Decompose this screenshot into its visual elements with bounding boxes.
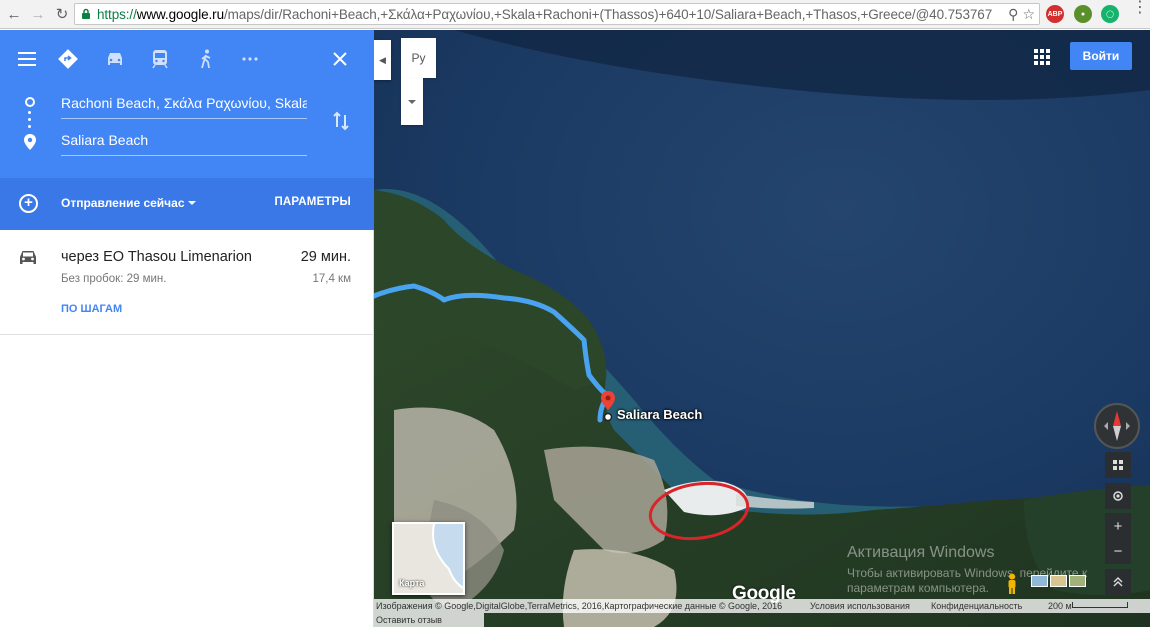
travel-mode-row [0,44,374,74]
imagery-thumbnail[interactable] [1031,575,1048,587]
destination-pin-icon [24,134,36,150]
route-distance: 17,4 км [312,273,351,285]
adblock-icon[interactable]: ABP [1046,5,1064,23]
step-by-step-link[interactable]: ПО ШАГАМ [61,303,122,315]
url-text: https://www.google.ru/maps/dir/Rachoni+B… [97,6,993,22]
map-type-label: Карта [399,578,425,588]
attribution-text: Изображения © Google,DigitalGlobe,TerraM… [376,601,783,611]
route-option[interactable]: через EO Thasou Limenarion 29 мин. Без п… [0,230,374,335]
scale-bar [1072,602,1128,608]
reload-icon[interactable]: ↻ [52,4,72,24]
language-button[interactable]: Ру [401,38,436,78]
map-footer: Изображения © Google,DigitalGlobe,TerraM… [374,599,1150,613]
compass-control[interactable] [1094,403,1140,449]
directions-panel: Rachoni Beach, Σκάλα Ραχωνίου, Skala Rac… [0,30,374,627]
add-destination-icon[interactable]: + [19,194,38,213]
transit-icon[interactable] [147,46,173,72]
menu-icon[interactable] [14,46,40,72]
departure-bar: + Отправление сейчас ПАРАМЕТРЫ [0,178,374,230]
origin-field[interactable]: Rachoni Beach, Σκάλα Ραχωνίου, Skala Rac… [61,91,307,119]
apps-grid-icon[interactable] [1034,49,1050,65]
car-icon [20,251,36,264]
back-icon[interactable]: ← [4,4,24,24]
terms-link[interactable]: Условия использования [810,601,910,611]
route-dots-icon [28,111,32,132]
zoom-in-button[interactable]: + [1105,513,1131,539]
walk-icon[interactable] [193,46,219,72]
language-dropdown[interactable] [401,78,423,125]
browser-toolbar: ← → ↻ https://www.google.ru/maps/dir/Rac… [0,0,1150,29]
destination-field[interactable]: Saliara Beach [61,128,307,156]
forward-icon[interactable]: → [28,4,48,24]
map-type-toggle[interactable]: Карта [392,522,465,595]
options-button[interactable]: ПАРАМЕТРЫ [274,196,351,208]
windows-watermark-title: Активация Windows [847,544,995,561]
origin-marker-icon [25,97,35,107]
extension-icon[interactable]: ● [1074,5,1092,23]
address-bar[interactable]: https://www.google.ru/maps/dir/Rachoni+B… [74,3,1040,25]
more-icon[interactable] [237,46,263,72]
map-canvas[interactable]: ◀ Ру Войти Saliara Beach + − Карта Googl… [374,30,1150,627]
tilt-icon[interactable] [1105,452,1131,478]
extension-icon-2[interactable]: ◯ [1101,5,1119,23]
star-icon[interactable]: ☆ [1022,6,1035,22]
menu-icon[interactable]: ⋮ [1132,0,1148,16]
zoom-out-button[interactable]: − [1105,538,1131,564]
expand-icon[interactable] [1105,569,1131,595]
place-label[interactable]: Saliara Beach [617,407,702,422]
swap-icon[interactable] [331,110,351,132]
route-via: через EO Thasou Limenarion [61,249,252,265]
imagery-thumbnails[interactable] [1031,575,1086,587]
route-traffic-info: Без пробок: 29 мин. [61,273,167,285]
directions-icon[interactable] [55,46,81,72]
signin-button[interactable]: Войти [1070,42,1132,70]
collapse-panel-button[interactable]: ◀ [374,40,391,80]
caret-down-icon[interactable] [188,201,196,205]
departure-dropdown[interactable]: Отправление сейчас [61,196,185,210]
map-pin-icon[interactable] [600,391,616,421]
feedback-link[interactable]: Оставить отзыв [374,613,484,627]
my-location-icon[interactable] [1105,483,1131,509]
satellite-imagery [374,30,1150,627]
imagery-thumbnail[interactable] [1050,575,1067,587]
close-icon[interactable] [327,46,353,72]
car-icon[interactable] [102,46,128,72]
imagery-thumbnail[interactable] [1069,575,1086,587]
caret-down-icon [408,100,416,104]
zoom-icon[interactable]: ⚲ [1008,6,1018,22]
privacy-link[interactable]: Конфиденциальность [931,601,1022,611]
directions-header: Rachoni Beach, Σκάλα Ραχωνίου, Skala Rac… [0,30,374,178]
lock-icon [82,8,90,19]
route-duration: 29 мин. [300,249,351,265]
pegman-icon[interactable] [1006,573,1018,595]
scale-label[interactable]: 200 м [1048,601,1072,611]
